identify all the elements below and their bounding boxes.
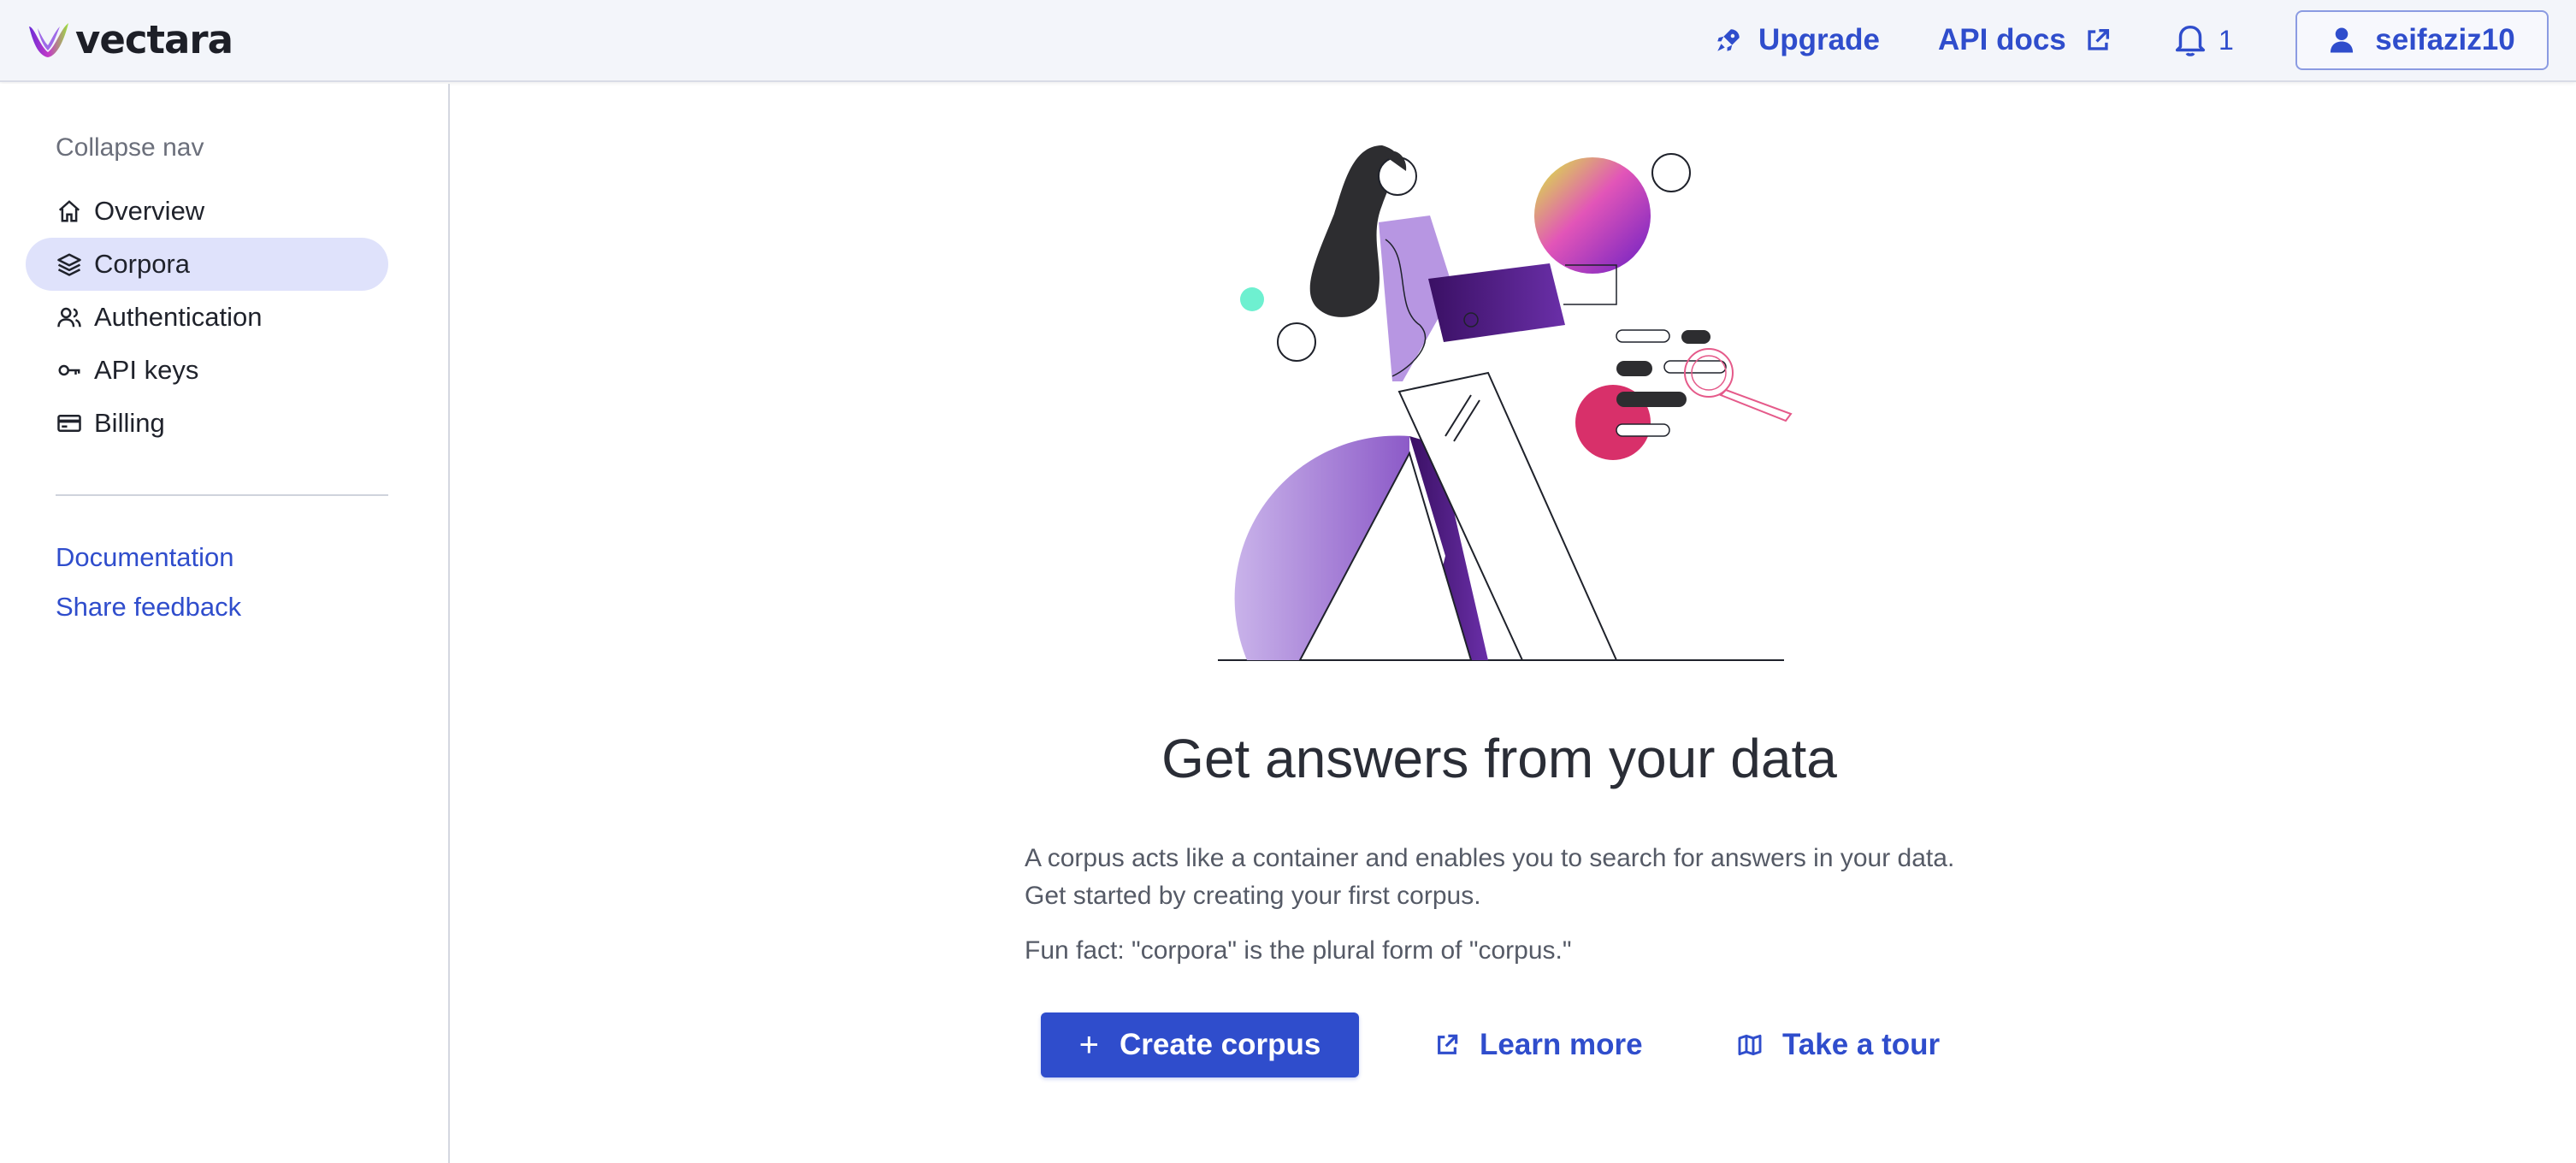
sidebar-item-label: Billing [94,408,165,438]
sidebar-item-overview[interactable]: Overview [26,185,388,238]
rocket-icon [1717,29,1740,51]
vectara-logo-icon [29,23,68,57]
empty-state-illustration [1218,145,1793,661]
upgrade-label: Upgrade [1758,23,1880,56]
sidebar-item-label: Corpora [94,249,190,279]
collapse-nav-button[interactable]: Collapse nav [56,133,204,162]
home-icon [58,200,80,222]
credit-card-icon [57,415,81,432]
user-icon [2331,27,2354,53]
documentation-link[interactable]: Documentation [56,542,234,573]
share-feedback-link[interactable]: Share feedback [56,592,241,623]
upgrade-link[interactable]: Upgrade [1714,19,1880,62]
api-docs-link[interactable]: API docs [1938,19,2112,62]
key-icon [58,364,80,376]
sidebar-item-authentication[interactable]: Authentication [26,291,388,344]
external-link-icon [2088,28,2109,50]
layers-icon [57,253,81,276]
create-corpus-label: Create corpus [1119,1028,1321,1061]
take-tour-label: Take a tour [1782,1028,1941,1061]
description-text: A corpus acts like a container and enabl… [1025,844,1955,910]
create-corpus-button[interactable]: + Create corpus [1041,1012,1359,1077]
sidebar-item-api-keys[interactable]: API keys [26,344,388,397]
user-menu-button[interactable]: seifaziz10 [2295,10,2549,70]
sidebar: Collapse nav Overview Corpora Authentica… [0,84,450,1163]
sidebar-item-billing[interactable]: Billing [26,397,388,450]
learn-more-label: Learn more [1480,1028,1643,1061]
map-icon [1738,1034,1762,1056]
sidebar-item-corpora[interactable]: Corpora [26,238,388,291]
notification-count: 1 [2219,24,2234,56]
username: seifaziz10 [2375,23,2515,56]
top-header: vectara Upgrade API docs 1 seifaziz10 [0,0,2576,82]
external-link-icon [1438,1034,1458,1054]
notifications-button[interactable]: 1 [2171,19,2234,62]
fun-fact-text: Fun fact: "corpora" is the plural form o… [1025,936,1572,965]
bell-icon [2175,25,2206,56]
users-icon [57,307,81,328]
api-docs-label: API docs [1938,23,2066,56]
sidebar-divider [56,494,388,496]
sidebar-item-label: Overview [94,196,205,226]
page-title: Get answers from your data [1161,728,1837,789]
plus-icon: + [1078,1025,1099,1064]
brand-name: vectara [75,16,233,62]
sidebar-item-label: Authentication [94,302,263,332]
sidebar-item-label: API keys [94,355,199,385]
vectara-logo[interactable]: vectara [27,17,233,62]
take-tour-link[interactable]: Take a tour [1736,1012,1940,1077]
learn-more-link[interactable]: Learn more [1433,1012,1643,1077]
